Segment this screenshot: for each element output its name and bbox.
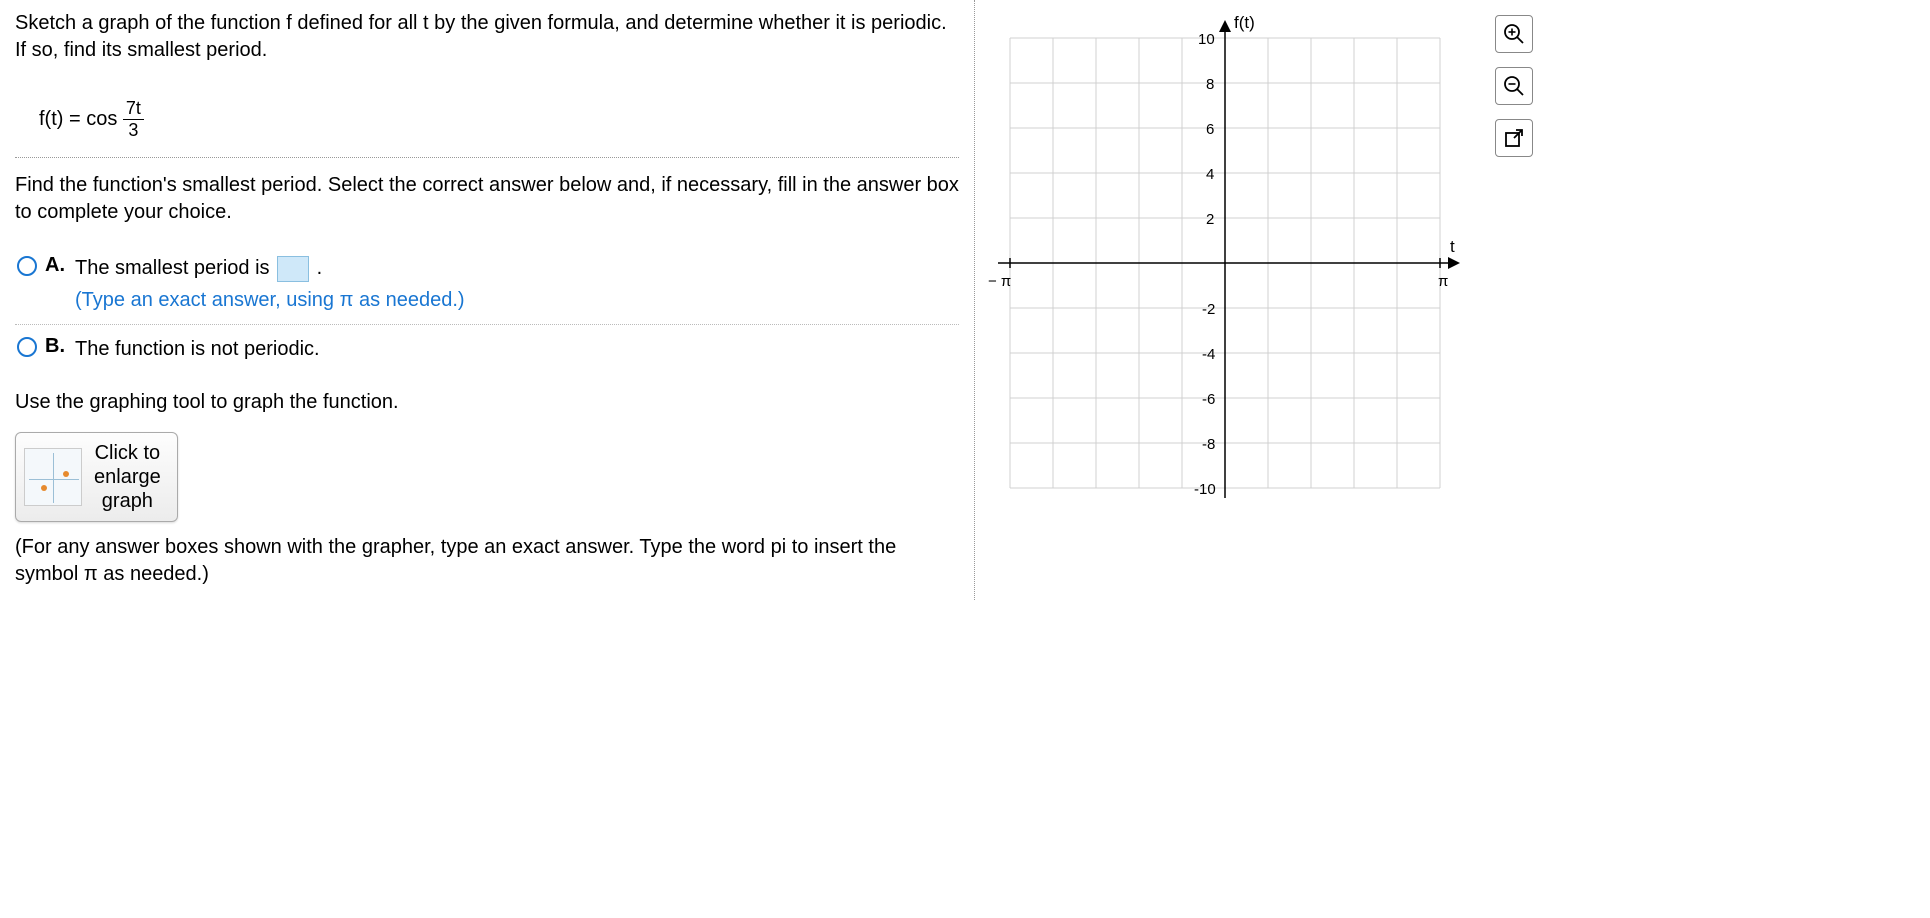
grapher-note: (For any answer boxes shown with the gra… [15,534,959,588]
y-arrow-icon [1219,20,1231,32]
plot-svg: 10 8 6 4 2 -2 -4 -6 -8 -10 − π π f(t) t [990,18,1460,508]
svg-text:10: 10 [1198,31,1215,48]
formula-fraction: 7t 3 [123,98,144,141]
svg-text:-8: -8 [1202,436,1215,453]
svg-text:4: 4 [1206,166,1214,183]
svg-text:8: 8 [1206,76,1214,93]
problem-intro: Sketch a graph of the function f defined… [15,10,959,64]
enlarge-graph-label: Click toenlargegraph [94,441,161,513]
choice-a-after: . [317,257,323,279]
coordinate-plot[interactable]: 10 8 6 4 2 -2 -4 -6 -8 -10 − π π f(t) t [990,18,1460,508]
choice-a-before: The smallest period is [75,257,275,279]
x-arrow-icon [1448,257,1460,269]
graph-prompt: Use the graphing tool to graph the funct… [15,391,959,414]
formula-denominator: 3 [123,120,144,141]
graph-thumb-icon [24,448,82,506]
svg-text:2: 2 [1206,211,1214,228]
radio-a[interactable] [17,256,37,276]
svg-text:-6: -6 [1202,391,1215,408]
popout-button[interactable] [1495,119,1533,157]
choice-b-text: The function is not periodic. [75,335,320,363]
zoom-out-button[interactable] [1495,67,1533,105]
x-tick-right: π [1438,273,1448,290]
choice-a-text: The smallest period is . (Type an exact … [75,254,465,314]
choice-a: A. The smallest period is . (Type an exa… [15,248,959,320]
zoom-in-icon [1503,23,1525,45]
graph-panel: 10 8 6 4 2 -2 -4 -6 -8 -10 − π π f(t) t [975,0,1505,600]
choice-a-letter: A. [45,254,65,277]
x-tick-left: − π [988,273,1011,290]
svg-text:6: 6 [1206,121,1214,138]
formula: f(t) = cos 7t 3 [15,84,959,158]
formula-numerator: 7t [123,98,144,120]
zoom-out-icon [1503,75,1525,97]
y-axis-label: f(t) [1234,13,1255,32]
enlarge-graph-button[interactable]: Click toenlargegraph [15,432,178,522]
choice-b-letter: B. [45,335,65,358]
x-axis-label: t [1450,237,1455,256]
choice-a-hint: (Type an exact answer, using π as needed… [75,286,465,314]
instruction-text: Find the function's smallest period. Sel… [15,172,959,226]
tools-panel [1495,15,1533,157]
y-tick-labels: 10 8 6 4 2 -2 -4 -6 -8 -10 [1194,31,1216,498]
svg-text:-10: -10 [1194,481,1216,498]
choice-b: B. The function is not periodic. [15,329,959,369]
zoom-in-button[interactable] [1495,15,1533,53]
formula-lhs: f(t) = cos [39,108,117,130]
svg-text:-2: -2 [1202,301,1215,318]
question-panel: Sketch a graph of the function f defined… [0,0,975,600]
choices-group: A. The smallest period is . (Type an exa… [15,248,959,369]
radio-b[interactable] [17,337,37,357]
popout-icon [1504,128,1524,148]
answer-input-a[interactable] [277,256,309,282]
svg-text:-4: -4 [1202,346,1215,363]
